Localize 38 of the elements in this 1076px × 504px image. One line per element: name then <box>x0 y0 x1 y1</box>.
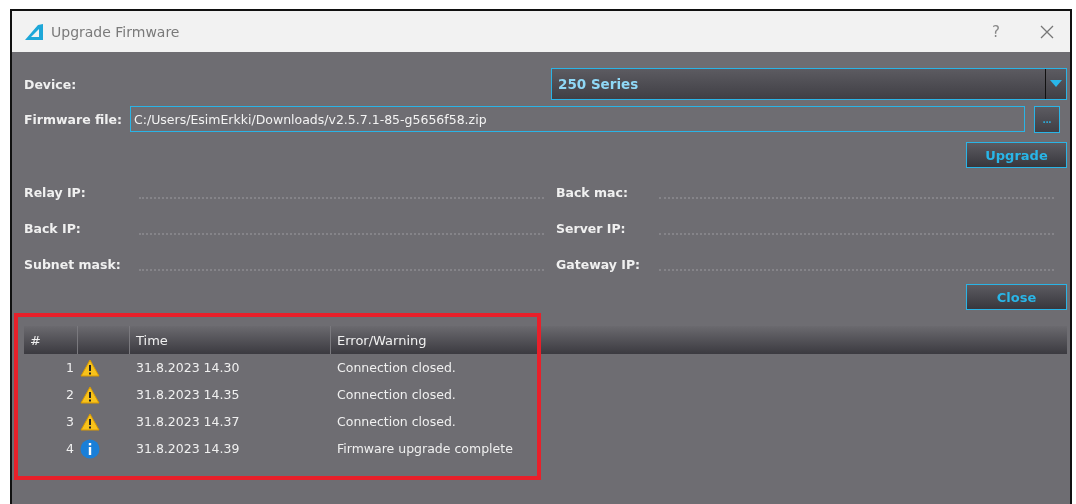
column-header: # <box>24 326 78 354</box>
browse-button[interactable]: ... <box>1034 105 1061 133</box>
table-cell-text: Firmware upgrade complete <box>336 441 514 456</box>
info-icon <box>80 438 100 459</box>
firmware-file-label: Firmware file: <box>24 111 123 127</box>
warning-icon <box>80 358 100 377</box>
row-number: 4 <box>65 441 75 456</box>
warning-icon <box>80 412 100 431</box>
table-cell-text: Connection closed. <box>336 360 457 375</box>
row-number: 3 <box>65 414 75 429</box>
warning-icon <box>80 385 100 404</box>
column-header: Error/Warning <box>336 331 428 350</box>
close-dialog-button[interactable]: Close <box>966 284 1067 310</box>
table-cell-text: Connection closed. <box>336 414 457 429</box>
table-cell-text: 31.8.2023 14.37 <box>135 414 241 429</box>
table-cell-text: 31.8.2023 14.30 <box>135 360 241 375</box>
close-button[interactable] <box>1040 24 1054 39</box>
help-button[interactable]: ? <box>992 22 1000 41</box>
table-cell-text: 31.8.2023 14.35 <box>135 387 241 402</box>
row-number: 1 <box>65 360 75 375</box>
field-label: Gateway IP: <box>556 256 642 272</box>
logo-icon <box>24 22 44 41</box>
caret-icon <box>1050 80 1062 88</box>
field-label: Subnet mask: <box>24 256 122 272</box>
device-dropdown[interactable]: 250 Series <box>551 68 1067 100</box>
field-label: Server IP: <box>556 220 627 236</box>
column-header: Time <box>130 326 331 354</box>
row-number: 2 <box>65 387 75 402</box>
field-label: Relay IP: <box>24 184 87 200</box>
window-title: Upgrade Firmware <box>51 23 180 40</box>
table-cell-text: Connection closed. <box>336 387 457 402</box>
table-cell-text: 31.8.2023 14.39 <box>135 441 241 456</box>
device-label: Device: <box>24 76 77 92</box>
file-path-field[interactable]: C:/Users/EsimErkki/Downloads/v2.5.7.1-85-g5656f58.zip <box>130 106 1026 132</box>
field-label: Back mac: <box>556 184 629 200</box>
upgrade-button[interactable]: Upgrade <box>966 142 1067 168</box>
close-icon <box>1040 24 1054 39</box>
field-label: Back IP: <box>24 220 82 236</box>
